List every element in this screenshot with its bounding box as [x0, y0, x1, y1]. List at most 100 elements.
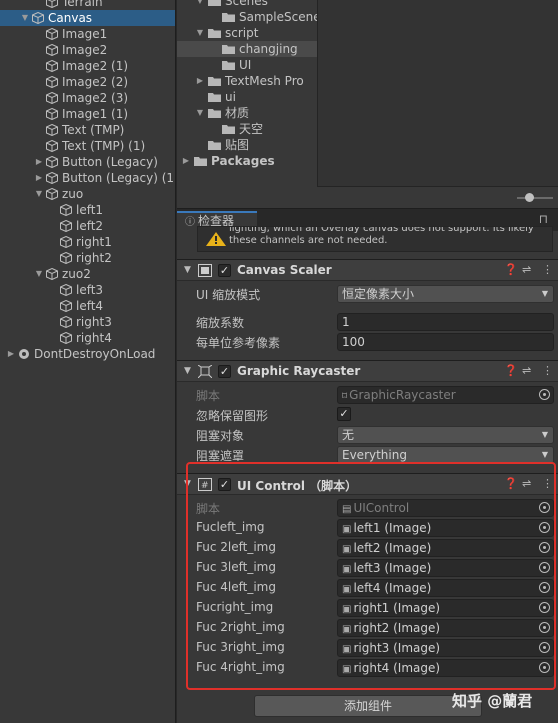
more-options-icon[interactable]: ⋮	[542, 263, 553, 276]
object-reference-field[interactable]: ▣ left2 (Image)	[337, 539, 554, 557]
object-reference-field[interactable]: ▣ left1 (Image)	[337, 519, 554, 537]
project-folder-item[interactable]: changjing	[177, 41, 317, 57]
project-folder-item[interactable]: ▼ Scenes	[177, 0, 317, 9]
help-icon[interactable]: ❓	[504, 364, 518, 377]
object-reference-field[interactable]: ▣ left3 (Image)	[337, 559, 554, 577]
hierarchy-item[interactable]: ▶ DontDestroyOnLoad	[0, 346, 175, 362]
hierarchy-item[interactable]: left3	[0, 282, 175, 298]
project-folder-item[interactable]: 天空	[177, 121, 317, 137]
hierarchy-item[interactable]: ▼ zuo	[0, 186, 175, 202]
dropdown-arrow-icon[interactable]: ▼	[542, 447, 548, 463]
hierarchy-item[interactable]: Terrain	[0, 0, 175, 10]
collapsed-arrow-icon[interactable]: ▶	[195, 73, 205, 89]
hierarchy-item[interactable]: ▼ Canvas	[0, 10, 175, 26]
object-picker-icon[interactable]	[539, 502, 550, 513]
component-enabled-checkbox[interactable]: ✓	[218, 478, 231, 491]
project-folder-item[interactable]: ▼ script	[177, 25, 317, 41]
object-reference-field[interactable]: ▣ right2 (Image)	[337, 619, 554, 637]
project-folder-item[interactable]: ▶ TextMesh Pro	[177, 73, 317, 89]
hierarchy-item[interactable]: Image2 (1)	[0, 58, 175, 74]
hierarchy-item[interactable]: left1	[0, 202, 175, 218]
object-picker-icon[interactable]	[539, 389, 550, 400]
object-picker-icon[interactable]	[539, 542, 550, 553]
help-icon[interactable]: ❓	[504, 263, 518, 276]
hierarchy-item[interactable]: Image2 (3)	[0, 90, 175, 106]
foldout-arrow-icon[interactable]: ▼	[184, 366, 191, 376]
hierarchy-item[interactable]: left4	[0, 298, 175, 314]
project-folder-item[interactable]: SampleScene	[177, 9, 321, 25]
object-picker-icon[interactable]	[539, 642, 550, 653]
hierarchy-item[interactable]: right3	[0, 314, 175, 330]
project-folder-item[interactable]: UI	[177, 57, 317, 73]
property-label: 缩放系数	[196, 316, 245, 330]
expanded-arrow-icon[interactable]: ▼	[20, 10, 30, 26]
object-picker-icon[interactable]	[539, 602, 550, 613]
icon-size-slider-handle[interactable]	[525, 193, 534, 202]
object-picker-icon[interactable]	[539, 562, 550, 573]
object-reference-field[interactable]: ▣ right1 (Image)	[337, 599, 554, 617]
object-picker-icon[interactable]	[539, 662, 550, 673]
hierarchy-item[interactable]: Image2 (2)	[0, 74, 175, 90]
folder-icon	[208, 0, 221, 6]
project-folder-item[interactable]: ▶ Packages	[177, 153, 317, 169]
object-picker-icon[interactable]	[539, 622, 550, 633]
hierarchy-item[interactable]: Image1 (1)	[0, 106, 175, 122]
hierarchy-item[interactable]: right1	[0, 234, 175, 250]
project-folder-item[interactable]: ui	[177, 89, 317, 105]
project-folder-item[interactable]: 贴图	[177, 137, 317, 153]
component-enabled-checkbox[interactable]: ✓	[218, 264, 231, 277]
canvas-scaler-header[interactable]: ▼ ✓ Canvas Scaler ❓ ⇌ ⋮	[177, 259, 558, 281]
expanded-arrow-icon[interactable]: ▼	[195, 105, 205, 121]
add-component-button[interactable]: 添加组件	[254, 695, 482, 717]
dropdown-arrow-icon[interactable]: ▼	[542, 286, 548, 302]
hierarchy-item[interactable]: Text (TMP)	[0, 122, 175, 138]
hierarchy-item[interactable]: ▼ zuo2	[0, 266, 175, 282]
object-reference-field[interactable]: ▣ right4 (Image)	[337, 659, 554, 677]
object-picker-icon[interactable]	[539, 522, 550, 533]
property-number-field[interactable]: 100	[337, 333, 554, 351]
object-reference-field[interactable]: ▣ right3 (Image)	[337, 639, 554, 657]
property-value: Everything	[342, 448, 407, 462]
preset-icon[interactable]: ⇌	[522, 364, 531, 377]
more-options-icon[interactable]: ⋮	[542, 477, 553, 490]
property-checkbox[interactable]: ✓	[337, 407, 351, 421]
expanded-arrow-icon[interactable]: ▼	[34, 186, 44, 202]
collapsed-arrow-icon[interactable]: ▶	[6, 346, 16, 362]
more-options-icon[interactable]: ⋮	[542, 364, 553, 377]
property-dropdown[interactable]: Everything ▼	[337, 446, 554, 464]
project-folder-item[interactable]: ▼ 材质	[177, 105, 317, 121]
preset-icon[interactable]: ⇌	[522, 263, 531, 276]
preset-icon[interactable]: ⇌	[522, 477, 531, 490]
object-reference-field[interactable]: ▣ left4 (Image)	[337, 579, 554, 597]
help-icon[interactable]: ❓	[504, 477, 518, 490]
lock-icon[interactable]: ⊓	[539, 212, 548, 226]
hierarchy-item[interactable]: right2	[0, 250, 175, 266]
property-dropdown[interactable]: 恒定像素大小 ▼	[337, 285, 554, 303]
hierarchy-item[interactable]: right4	[0, 330, 175, 346]
collapsed-arrow-icon[interactable]: ▶	[34, 154, 44, 170]
collapsed-arrow-icon[interactable]: ▶	[181, 153, 191, 169]
expanded-arrow-icon[interactable]: ▼	[195, 25, 205, 41]
ui-control-header[interactable]: ▼ # ✓ UI Control （脚本） ❓ ⇌ ⋮	[177, 473, 558, 495]
icon-size-slider-track[interactable]	[517, 197, 553, 199]
object-picker-icon[interactable]	[539, 582, 550, 593]
property-label: 脚本	[196, 502, 221, 516]
hierarchy-item[interactable]: left2	[0, 218, 175, 234]
graphic-raycaster-header[interactable]: ▼ ✓ Graphic Raycaster ❓ ⇌ ⋮	[177, 360, 558, 382]
hierarchy-item[interactable]: Image2	[0, 42, 175, 58]
hierarchy-item[interactable]: ▶ Button (Legacy)	[0, 154, 175, 170]
cube-icon	[60, 316, 72, 328]
foldout-arrow-icon[interactable]: ▼	[184, 265, 191, 275]
property-dropdown[interactable]: 无 ▼	[337, 426, 554, 444]
property-label: Fuc 2right_img	[196, 620, 285, 634]
property-number-field[interactable]: 1	[337, 313, 554, 331]
component-enabled-checkbox[interactable]: ✓	[218, 365, 231, 378]
hierarchy-item[interactable]: ▶ Button (Legacy) (1)	[0, 170, 175, 186]
hierarchy-item[interactable]: Text (TMP) (1)	[0, 138, 175, 154]
collapsed-arrow-icon[interactable]: ▶	[34, 170, 44, 186]
hierarchy-item[interactable]: Image1	[0, 26, 175, 42]
expanded-arrow-icon[interactable]: ▼	[34, 266, 44, 282]
dropdown-arrow-icon[interactable]: ▼	[542, 427, 548, 443]
foldout-arrow-icon[interactable]: ▼	[184, 479, 191, 489]
expanded-arrow-icon[interactable]: ▼	[195, 0, 205, 9]
